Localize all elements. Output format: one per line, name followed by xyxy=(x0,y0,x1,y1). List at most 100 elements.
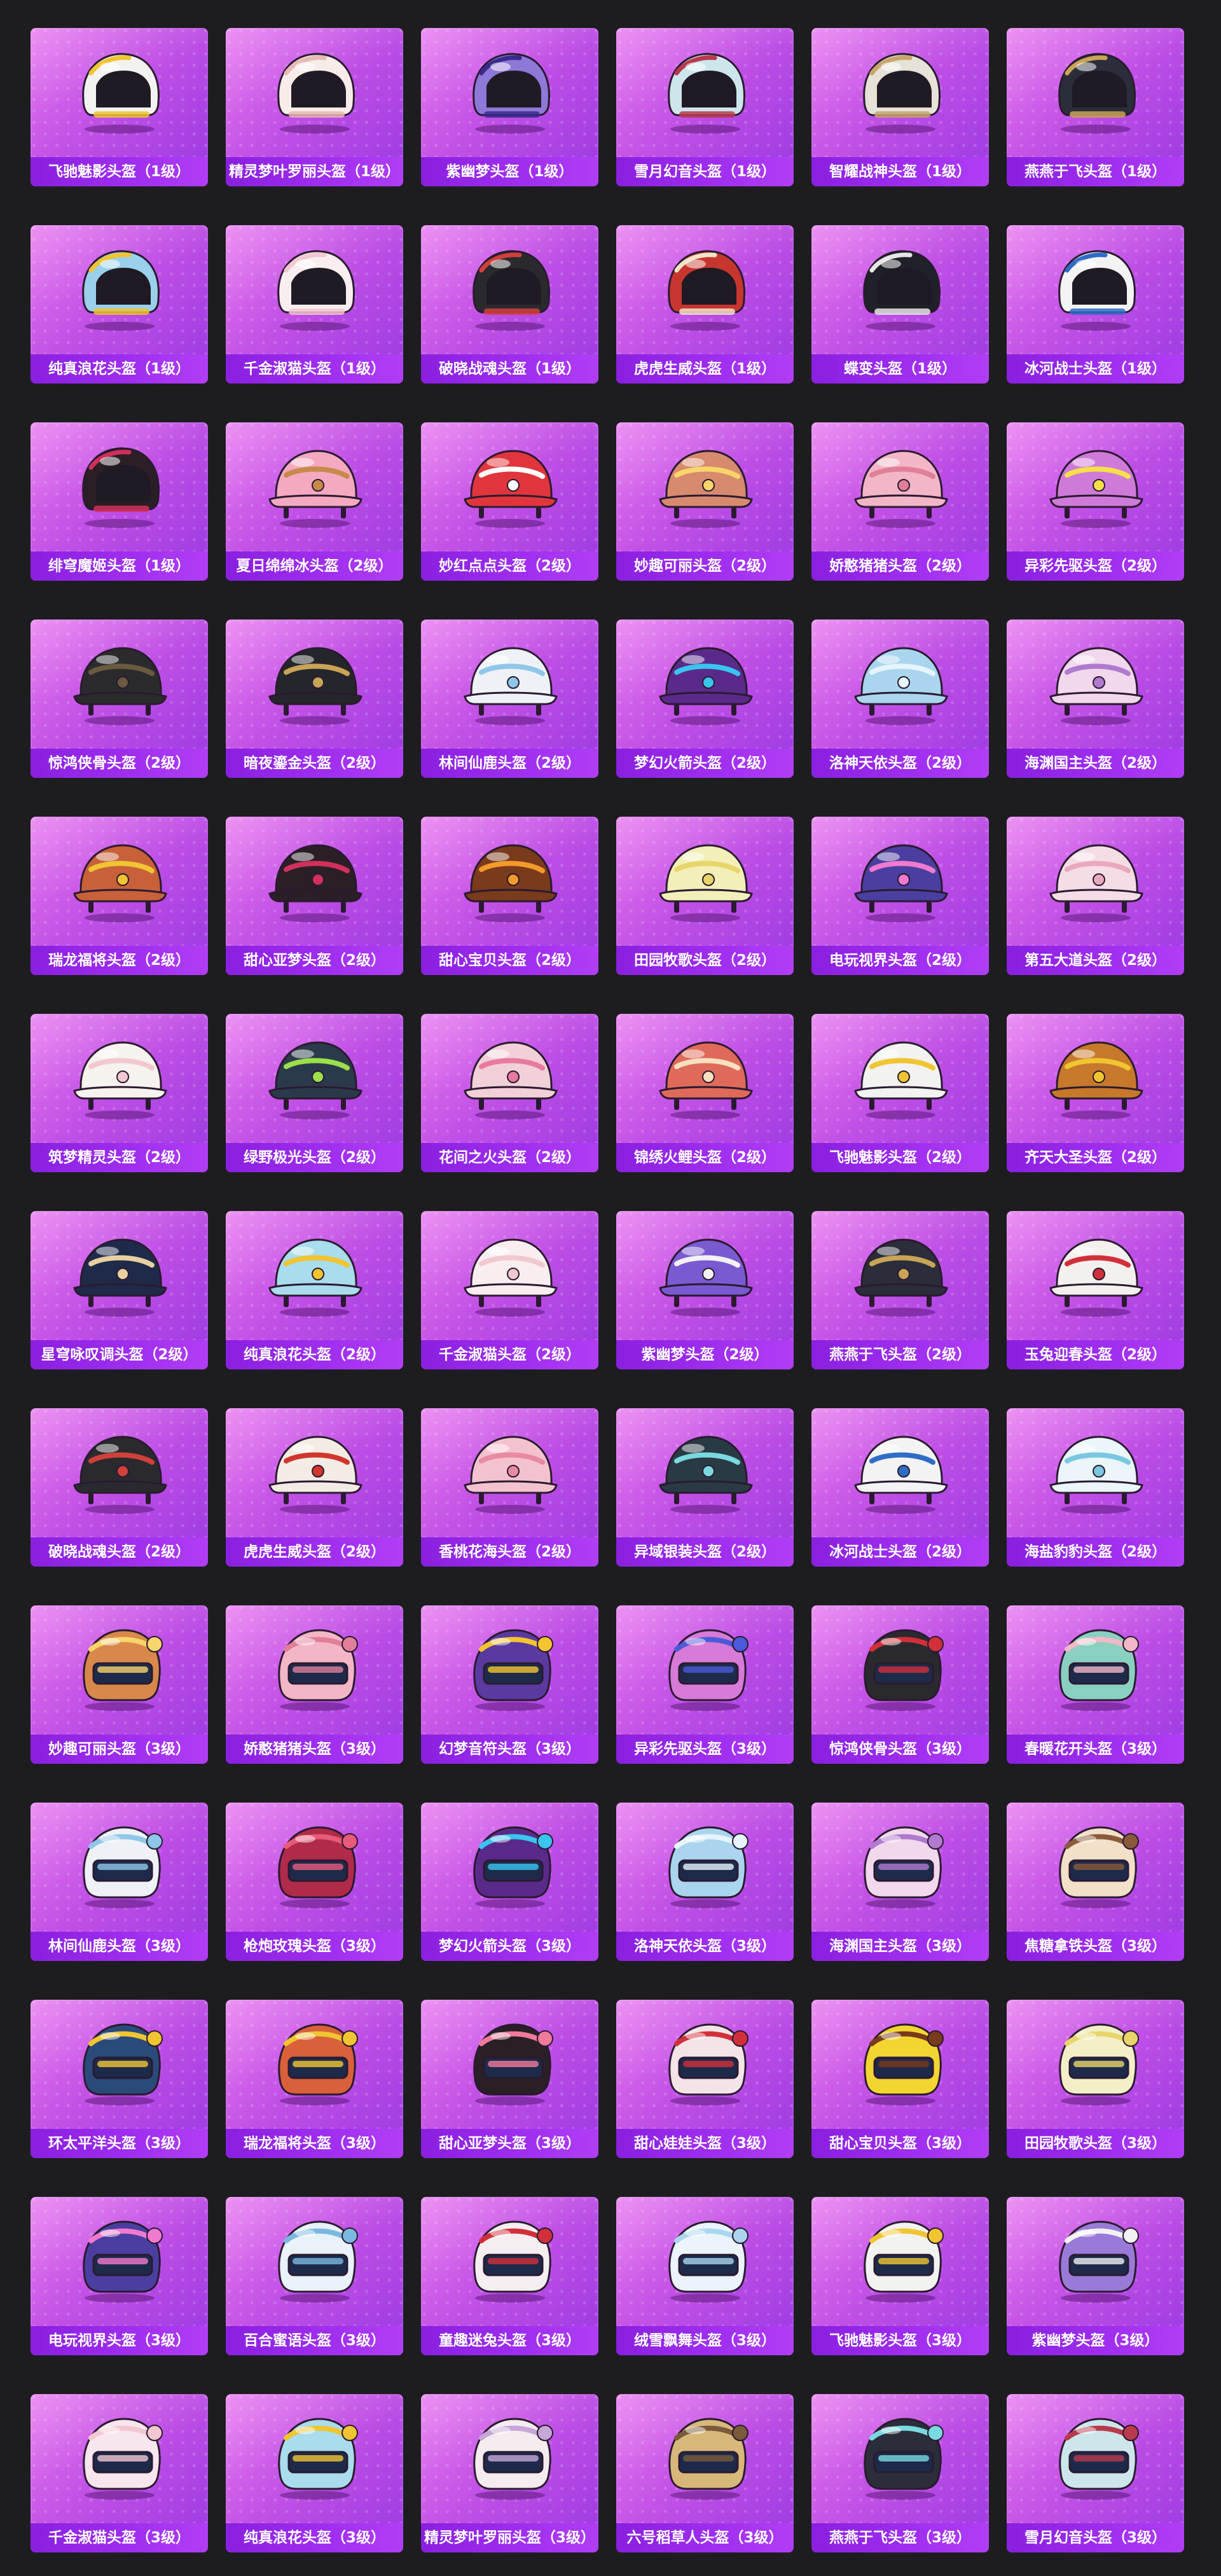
helmet-card[interactable]: 异彩先驱头盔（3级） xyxy=(616,1605,794,1764)
helmet-card[interactable]: 甜心亚梦头盔（2级） xyxy=(226,817,403,975)
helmet-card[interactable]: 花间之火头盔（2级） xyxy=(421,1014,598,1172)
helmet-name-label: 瑞龙福将头盔（3级） xyxy=(226,2129,403,2158)
helmet-image xyxy=(811,625,989,736)
helmet-card[interactable]: 燕燕于飞头盔（1级） xyxy=(1007,28,1184,186)
helmet-card[interactable]: 精灵梦叶罗丽头盔（1级） xyxy=(226,28,403,186)
helmet-card[interactable]: 妙红点点头盔（2级） xyxy=(421,422,598,581)
helmet-card[interactable]: 精灵梦叶罗丽头盔（3级） xyxy=(421,2394,598,2552)
helmet-card[interactable]: 娇憨猪猪头盔（3级） xyxy=(226,1605,403,1764)
helmet-card[interactable]: 六号稻草人头盔（3级） xyxy=(616,2394,794,2552)
helmet-icon xyxy=(668,2220,748,2302)
helmet-card[interactable]: 玉兔迎春头盔（2级） xyxy=(1007,1211,1184,1369)
helmet-card[interactable]: 梦幻火箭头盔（3级） xyxy=(421,1803,598,1961)
helmet-card[interactable]: 千金淑猫头盔（1级） xyxy=(226,225,403,384)
helmet-card[interactable]: 梦幻火箭头盔（2级） xyxy=(616,620,794,778)
helmet-name-label: 异彩先驱头盔（3级） xyxy=(616,1735,794,1764)
helmet-name-label: 异彩先驱头盔（2级） xyxy=(1007,551,1184,581)
helmet-card[interactable]: 林间仙鹿头盔（3级） xyxy=(31,1803,208,1961)
helmet-icon xyxy=(1058,249,1136,331)
helmet-image xyxy=(1007,427,1184,539)
helmet-card[interactable]: 第五大道头盔（2级） xyxy=(1007,817,1184,975)
helmet-card[interactable]: 智耀战神头盔（1级） xyxy=(811,28,989,186)
helmet-card[interactable]: 雪月幻音头盔（3级） xyxy=(1007,2394,1184,2552)
helmet-image xyxy=(616,1413,794,1525)
helmet-card[interactable]: 紫幽梦头盔（3级） xyxy=(1007,2197,1184,2355)
helmet-card[interactable]: 筑梦精灵头盔（2级） xyxy=(31,1014,208,1172)
helmet-card[interactable]: 飞驰魅影头盔（1级） xyxy=(31,28,208,186)
helmet-card[interactable]: 甜心宝贝头盔（3级） xyxy=(811,2000,989,2158)
helmet-image xyxy=(616,230,794,342)
helmet-name-label: 香桃花海头盔（2级） xyxy=(421,1537,598,1567)
helmet-card[interactable]: 妙趣可丽头盔（2级） xyxy=(616,422,794,581)
helmet-card[interactable]: 蝶变头盔（1级） xyxy=(811,225,989,384)
helmet-card[interactable]: 星穹咏叹调头盔（2级） xyxy=(31,1211,208,1369)
helmet-card[interactable]: 破晓战魂头盔（1级） xyxy=(421,225,598,384)
helmet-card[interactable]: 虎虎生威头盔（1级） xyxy=(616,225,794,384)
helmet-card[interactable]: 冰河战士头盔（1级） xyxy=(1007,225,1184,384)
helmet-card[interactable]: 甜心亚梦头盔（3级） xyxy=(421,2000,598,2158)
helmet-card[interactable]: 齐天大圣头盔（2级） xyxy=(1007,1014,1184,1172)
helmet-icon xyxy=(1049,1435,1143,1514)
helmet-card[interactable]: 雪月幻音头盔（1级） xyxy=(616,28,794,186)
helmet-card[interactable]: 童趣迷兔头盔（3级） xyxy=(421,2197,598,2355)
helmet-card[interactable]: 林间仙鹿头盔（2级） xyxy=(421,620,598,778)
helmet-card[interactable]: 娇憨猪猪头盔（2级） xyxy=(811,422,989,581)
helmet-card[interactable]: 海盐豹豹头盔（2级） xyxy=(1007,1408,1184,1567)
helmet-card[interactable]: 冰河战士头盔（2级） xyxy=(811,1408,989,1567)
helmet-card[interactable]: 甜心宝贝头盔（2级） xyxy=(421,817,598,975)
helmet-card[interactable]: 燕燕于飞头盔（3级） xyxy=(811,2394,989,2552)
helmet-image xyxy=(1007,1610,1184,1722)
helmet-card[interactable]: 环太平洋头盔（3级） xyxy=(31,2000,208,2158)
helmet-card[interactable]: 幻梦音符头盔（3级） xyxy=(421,1605,598,1764)
helmet-name-label: 智耀战神头盔（1级） xyxy=(811,157,989,186)
helmet-name-label: 夏日绵绵冰头盔（2级） xyxy=(226,551,403,581)
helmet-name-label: 电玩视界头盔（2级） xyxy=(811,946,989,975)
helmet-card[interactable]: 惊鸿侠骨头盔（3级） xyxy=(811,1605,989,1764)
helmet-card[interactable]: 绿野极光头盔（2级） xyxy=(226,1014,403,1172)
helmet-card[interactable]: 洛神天依头盔（3级） xyxy=(616,1803,794,1961)
helmet-card[interactable]: 绒雪飘舞头盔（3级） xyxy=(616,2197,794,2355)
helmet-card[interactable]: 惊鸿侠骨头盔（2级） xyxy=(31,620,208,778)
helmet-card[interactable]: 纯真浪花头盔（3级） xyxy=(226,2394,403,2552)
helmet-card[interactable]: 锦绣火鲤头盔（2级） xyxy=(616,1014,794,1172)
helmet-card[interactable]: 飞驰魅影头盔（2级） xyxy=(811,1014,989,1172)
helmet-card[interactable]: 破晓战魂头盔（2级） xyxy=(31,1408,208,1567)
helmet-card[interactable]: 香桃花海头盔（2级） xyxy=(421,1408,598,1567)
helmet-card[interactable]: 甜心娃娃头盔（3级） xyxy=(616,2000,794,2158)
helmet-card[interactable]: 海渊国主头盔（3级） xyxy=(811,1803,989,1961)
helmet-card[interactable]: 洛神天依头盔（2级） xyxy=(811,620,989,778)
helmet-card[interactable]: 飞驰魅影头盔（3级） xyxy=(811,2197,989,2355)
helmet-card[interactable]: 紫幽梦头盔（1级） xyxy=(421,28,598,186)
helmet-image xyxy=(226,427,403,539)
helmet-name-label: 洛神天依头盔（3级） xyxy=(616,1932,794,1961)
helmet-card[interactable]: 田园牧歌头盔（3级） xyxy=(1007,2000,1184,2158)
helmet-card[interactable]: 虎虎生威头盔（2级） xyxy=(226,1408,403,1567)
helmet-card[interactable]: 海渊国主头盔（2级） xyxy=(1007,620,1184,778)
helmet-card[interactable]: 春暖花开头盔（3级） xyxy=(1007,1605,1184,1764)
helmet-card[interactable]: 妙趣可丽头盔（3级） xyxy=(31,1605,208,1764)
helmet-name-label: 洛神天依头盔（2级） xyxy=(811,749,989,778)
helmet-icon xyxy=(658,843,753,922)
helmet-icon xyxy=(82,2023,163,2105)
helmet-card[interactable]: 枪炮玫瑰头盔（3级） xyxy=(226,1803,403,1961)
helmet-card[interactable]: 百合蜜语头盔（3级） xyxy=(226,2197,403,2355)
helmet-card[interactable]: 暗夜鎏金头盔（2级） xyxy=(226,620,403,778)
helmet-card[interactable]: 绯穹魔姬头盔（1级） xyxy=(31,422,208,581)
helmet-card[interactable]: 千金淑猫头盔（2级） xyxy=(421,1211,598,1369)
helmet-card[interactable]: 焦糖拿铁头盔（3级） xyxy=(1007,1803,1184,1961)
helmet-card[interactable]: 瑞龙福将头盔（3级） xyxy=(226,2000,403,2158)
helmet-card[interactable]: 异域银装头盔（2级） xyxy=(616,1408,794,1567)
helmet-card[interactable]: 夏日绵绵冰头盔（2级） xyxy=(226,422,403,581)
helmet-card[interactable]: 紫幽梦头盔（2级） xyxy=(616,1211,794,1369)
helmet-card[interactable]: 瑞龙福将头盔（2级） xyxy=(31,817,208,975)
helmet-image xyxy=(1007,33,1184,144)
helmet-card[interactable]: 电玩视界头盔（3级） xyxy=(31,2197,208,2355)
helmet-card[interactable]: 纯真浪花头盔（1级） xyxy=(31,225,208,384)
helmet-card[interactable]: 异彩先驱头盔（2级） xyxy=(1007,422,1184,581)
helmet-card[interactable]: 千金淑猫头盔（3级） xyxy=(31,2394,208,2552)
helmet-card[interactable]: 电玩视界头盔（2级） xyxy=(811,817,989,975)
helmet-name-label: 春暖花开头盔（3级） xyxy=(1007,1735,1184,1764)
helmet-card[interactable]: 燕燕于飞头盔（2级） xyxy=(811,1211,989,1369)
helmet-card[interactable]: 田园牧歌头盔（2级） xyxy=(616,817,794,975)
helmet-card[interactable]: 纯真浪花头盔（2级） xyxy=(226,1211,403,1369)
